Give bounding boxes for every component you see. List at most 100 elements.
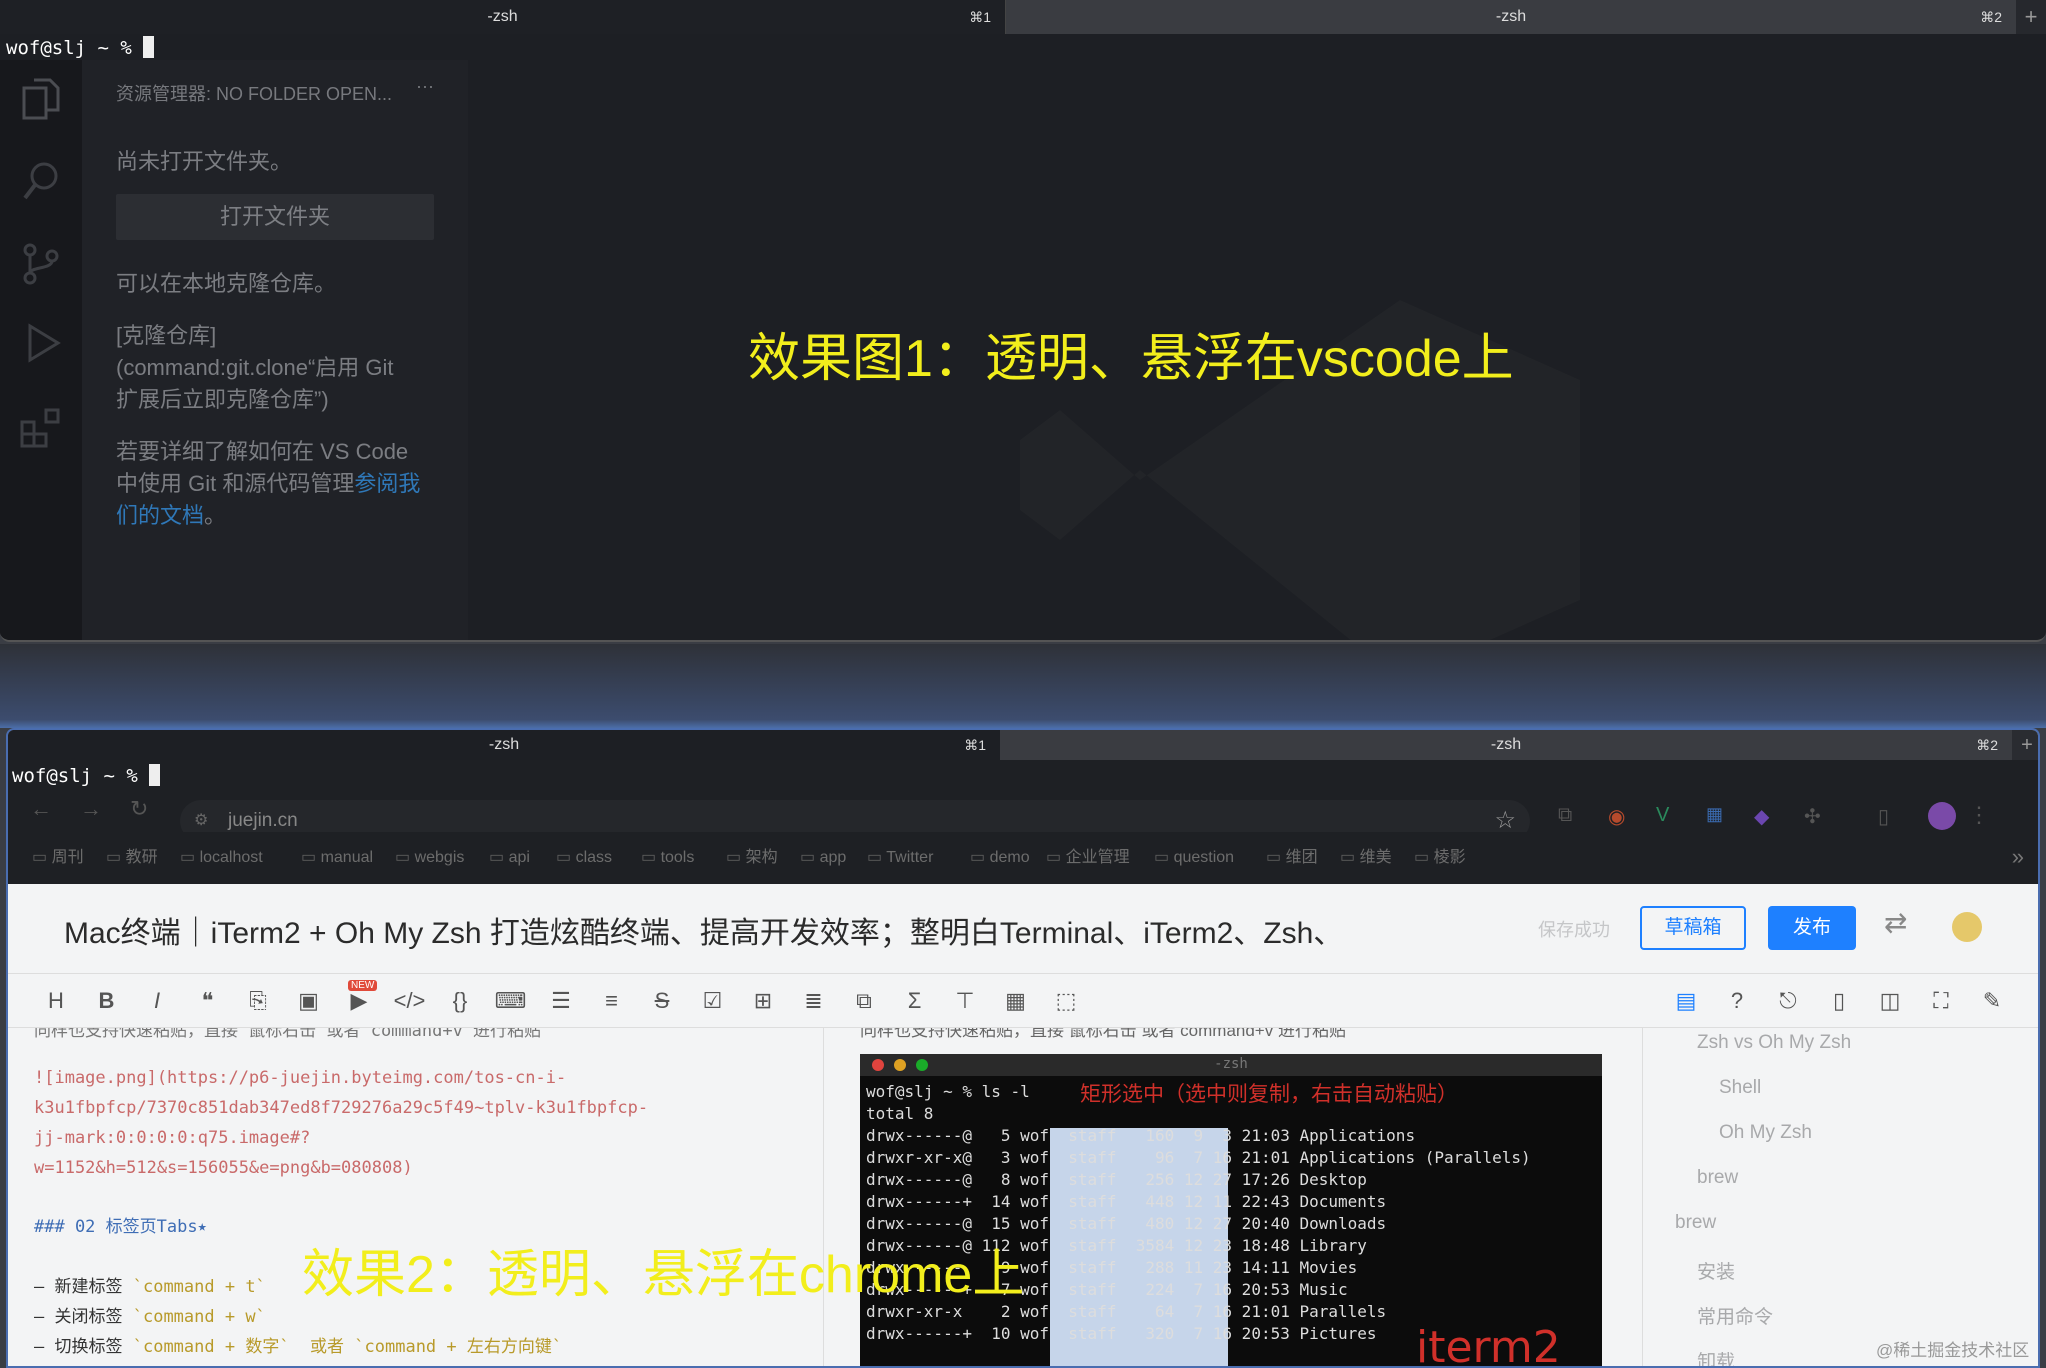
italic-icon[interactable]: I xyxy=(137,974,177,1028)
extension-icons: ⧉ ◉ V ▦ ◆ ✣ ▯ ⋮ xyxy=(1558,802,1990,832)
top-tab-1[interactable]: -zsh ⌘1 xyxy=(0,0,1006,34)
new-tab-button[interactable]: + xyxy=(2016,0,2046,34)
extension-icon[interactable]: ⧉ xyxy=(1558,804,1572,827)
bookmark-item[interactable]: ▭ demo xyxy=(970,832,1030,884)
bookmark-item[interactable]: ▭ 架构 xyxy=(726,832,778,884)
quote-icon[interactable]: ❝ xyxy=(188,974,228,1028)
reload-icon[interactable]: ↻ xyxy=(130,796,148,822)
preview-toggle-icon[interactable]: ▯ xyxy=(1819,974,1859,1028)
bottom-tab-2[interactable]: -zsh ⌘2 xyxy=(1000,730,2012,760)
switch-editor-icon[interactable]: ⇄ xyxy=(1884,906,1907,939)
avatar[interactable] xyxy=(1928,802,1956,830)
outline-item[interactable]: brew xyxy=(1675,1212,1716,1234)
extension-icon[interactable]: ◉ xyxy=(1608,804,1625,829)
bottom-tab-1[interactable]: -zsh ⌘1 xyxy=(8,730,1000,760)
task-list-icon[interactable]: ☑ xyxy=(693,974,733,1028)
feedback-icon[interactable]: ✎ xyxy=(1972,974,2012,1028)
outline-item[interactable]: 卸载 xyxy=(1697,1347,1735,1366)
bookmarks-more[interactable]: » xyxy=(2012,844,2024,870)
explorer-more-icon[interactable]: ··· xyxy=(416,76,434,97)
forward-icon[interactable]: → xyxy=(80,796,102,822)
publish-button[interactable]: 发布 xyxy=(1768,906,1856,950)
outline-item[interactable]: Zsh vs Oh My Zsh xyxy=(1697,1032,1851,1054)
editor-header: Mac终端｜iTerm2 + Oh My Zsh 打造炫酷终端、提高开发效率；整… xyxy=(8,884,2038,974)
formula-icon[interactable]: Σ xyxy=(895,974,935,1028)
outline-item[interactable]: Shell xyxy=(1719,1077,1761,1099)
vscode-activity-bar xyxy=(0,60,82,640)
ordered-list-icon[interactable]: ≡ xyxy=(592,974,632,1028)
docs-link[interactable]: 参阅我 xyxy=(354,471,420,496)
bookmark-item[interactable]: ▭ question xyxy=(1154,832,1234,884)
bookmark-item[interactable]: ▭ 维美 xyxy=(1340,832,1392,884)
bookmark-item[interactable]: ▭ 周刊 xyxy=(32,832,84,884)
code-icon[interactable]: </> xyxy=(390,974,430,1028)
bold-icon[interactable]: B xyxy=(87,974,127,1028)
docs-link-cont[interactable]: 们的文档 xyxy=(116,503,204,528)
preview-partial-line: 同样也支持快速粘贴，直接 鼠标右击 或者 command+v 进行粘贴 xyxy=(860,1028,1346,1040)
embed-icon[interactable]: ⌨ xyxy=(491,974,531,1028)
bookmark-item[interactable]: ▭ manual xyxy=(301,832,373,884)
lock-icon[interactable]: ⬚ xyxy=(1046,974,1086,1028)
clone-link-line-1[interactable]: [克隆仓库] xyxy=(116,318,216,350)
outline-toggle-icon[interactable]: ◫ xyxy=(1870,974,1910,1028)
bookmark-item[interactable]: ▭ app xyxy=(800,832,846,884)
chrome-toolbar: wof@slj ~ % ← → ↻ ⚙ juejin.cn ☆ ⧉ ◉ V ▦ … xyxy=(8,760,2038,842)
bookmark-item[interactable]: ▭ 企业管理 xyxy=(1046,832,1130,884)
back-icon[interactable]: ← xyxy=(30,796,52,822)
outline-item[interactable]: 安装 xyxy=(1697,1257,1735,1284)
content-toggle-icon[interactable]: ▤ xyxy=(1666,974,1706,1028)
table-icon[interactable]: ⊞ xyxy=(743,974,783,1028)
bookmark-item[interactable]: ▭ class xyxy=(556,832,612,884)
outline-item[interactable]: Oh My Zsh xyxy=(1719,1122,1812,1144)
help-icon[interactable]: ? xyxy=(1717,974,1757,1028)
bookmark-item[interactable]: ▭ Twitter xyxy=(867,832,933,884)
outline-item[interactable]: brew xyxy=(1697,1167,1738,1189)
clone-link-line-2[interactable]: (command:git.clone“启用 Git xyxy=(116,350,394,382)
files-icon[interactable] xyxy=(22,78,60,122)
image-icon[interactable]: ▣ xyxy=(289,974,329,1028)
extension-icon[interactable]: ▦ xyxy=(1706,804,1723,825)
menu-icon[interactable]: ⋮ xyxy=(1968,802,1990,828)
draft-button[interactable]: 草稿箱 xyxy=(1640,906,1746,950)
md-inline-code: `command + t` xyxy=(132,1277,266,1297)
puzzle-icon[interactable]: ✣ xyxy=(1804,804,1821,829)
unordered-list-icon[interactable]: ☰ xyxy=(541,974,581,1028)
import-icon[interactable]: ⎋ xyxy=(1768,974,1808,1028)
bookmark-item[interactable]: ▭ 维团 xyxy=(1266,832,1318,884)
extensions-icon[interactable] xyxy=(20,406,62,448)
bookmark-item[interactable]: ▭ tools xyxy=(641,832,694,884)
extension-icon[interactable]: ◆ xyxy=(1754,804,1769,829)
new-tab-button[interactable]: + xyxy=(2012,730,2038,760)
align-icon[interactable]: ≣ xyxy=(794,974,834,1028)
fullscreen-icon[interactable]: ⛶ xyxy=(1921,974,1961,1028)
markdown-pane[interactable]: 同样也支持快速粘贴，直接 鼠标右击 或者 command+v 进行粘贴 ![im… xyxy=(8,1028,824,1366)
user-avatar[interactable] xyxy=(1952,912,1982,942)
open-folder-button[interactable]: 打开文件夹 xyxy=(116,194,434,240)
extension-icon[interactable]: V xyxy=(1656,804,1669,827)
bookmark-item[interactable]: ▭ localhost xyxy=(180,832,263,884)
bookmark-item[interactable]: ▭ 棱影 xyxy=(1414,832,1466,884)
article-title[interactable]: Mac终端｜iTerm2 + Oh My Zsh 打造炫酷终端、提高开发效率；整… xyxy=(64,908,1504,952)
terminal-prompt-line[interactable]: wof@slj ~ % xyxy=(6,36,155,59)
clone-link-line-3[interactable]: 扩展后立即克隆仓库”) xyxy=(116,382,329,414)
side-panel-icon[interactable]: ▯ xyxy=(1878,804,1889,829)
bookmark-item[interactable]: ▭ webgis xyxy=(395,832,464,884)
link-icon[interactable]: ⎘ xyxy=(238,974,278,1028)
bookmark-star-icon[interactable]: ☆ xyxy=(1494,806,1516,835)
top-iterm-window: -zsh ⌘1 -zsh ⌘2 + 资源管理器: NO FOLDER OPEN.… xyxy=(0,0,2046,642)
strikethrough-icon[interactable]: S xyxy=(642,974,682,1028)
diagram-icon[interactable]: ⊤ xyxy=(945,974,985,1028)
fullwidth-icon[interactable]: ⧉ xyxy=(844,974,884,1028)
code-block-icon[interactable]: {} xyxy=(440,974,480,1028)
source-control-icon[interactable] xyxy=(22,242,60,286)
bookmark-item[interactable]: ▭ api xyxy=(489,832,530,884)
bookmark-item[interactable]: ▭ 教研 xyxy=(106,832,158,884)
outline-item[interactable]: 常用命令 xyxy=(1697,1302,1773,1329)
run-debug-icon[interactable] xyxy=(22,322,62,364)
heading-icon[interactable]: H xyxy=(36,974,76,1028)
top-tab-2[interactable]: -zsh ⌘2 xyxy=(1006,0,2016,34)
terminal-prompt-line[interactable]: wof@slj ~ % xyxy=(12,764,161,787)
search-icon[interactable] xyxy=(22,160,60,202)
site-settings-icon[interactable]: ⚙ xyxy=(194,810,208,830)
grid-icon[interactable]: ▦ xyxy=(996,974,1036,1028)
